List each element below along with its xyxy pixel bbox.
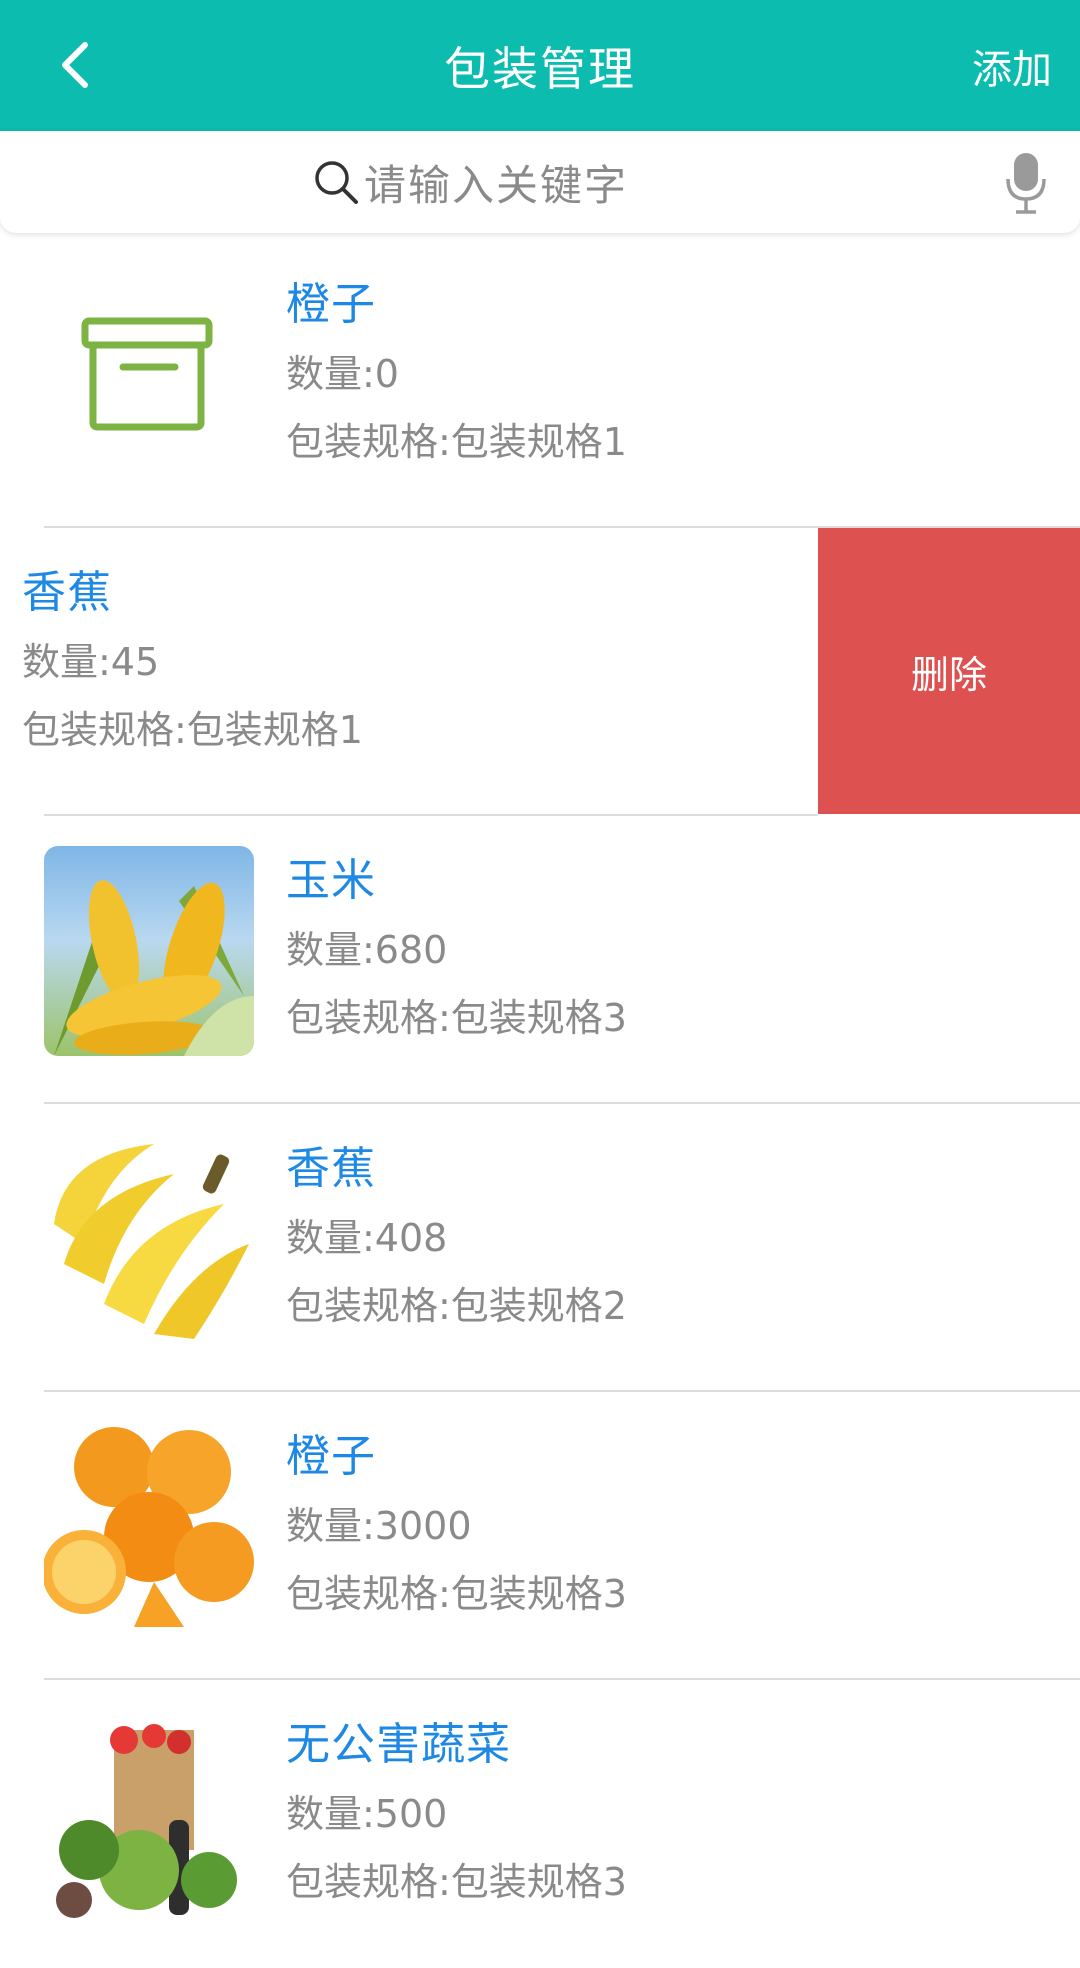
package-list: 橙子 数量:0 包装规格:包装规格1 香蕉 数量:45 包装规格:包装规格1 删… (0, 240, 1080, 1968)
item-name: 香蕉 (286, 1143, 376, 1194)
list-item[interactable]: 橙子 数量:0 包装规格:包装规格1 (0, 240, 1080, 528)
item-thumbnail (44, 270, 254, 480)
banana-photo (54, 1144, 249, 1339)
list-item[interactable]: 香蕉 数量:45 包装规格:包装规格1 删除 (0, 528, 1080, 816)
page-title: 包装管理 (444, 41, 636, 96)
item-spec: 包装规格:包装规格1 (286, 420, 627, 464)
item-quantity: 数量:3000 (286, 1504, 472, 1548)
list-item[interactable]: 玉米 数量:680 包装规格:包装规格3 (0, 816, 1080, 1104)
item-quantity: 数量:680 (286, 928, 448, 972)
item-spec: 包装规格:包装规格3 (286, 1572, 627, 1616)
list-item[interactable]: 无公害蔬菜 数量:500 包装规格:包装规格3 (0, 1680, 1080, 1968)
app-header: 包装管理 添加 (0, 0, 1080, 131)
item-name: 橙子 (286, 1431, 376, 1482)
item-quantity: 数量:408 (286, 1216, 448, 1260)
item-quantity: 数量:500 (286, 1792, 448, 1836)
item-spec: 包装规格:包装规格3 (286, 1860, 627, 1904)
item-name: 橙子 (286, 279, 376, 330)
microphone-icon[interactable] (1004, 151, 1048, 215)
box-icon (81, 317, 213, 431)
list-item[interactable]: 橙子 数量:3000 包装规格:包装规格3 (0, 1392, 1080, 1680)
corn-photo (54, 880, 254, 1056)
item-spec: 包装规格:包装规格2 (286, 1284, 627, 1328)
item-quantity: 数量:45 (22, 640, 160, 684)
delete-button[interactable]: 删除 (818, 528, 1080, 814)
search-placeholder: 请输入关键字 (364, 160, 629, 210)
item-name: 香蕉 (22, 567, 112, 618)
item-thumbnail (44, 1710, 254, 1920)
vegetables-photo (56, 1724, 237, 1918)
item-quantity: 数量:0 (286, 352, 399, 396)
search-input[interactable]: 请输入关键字 (312, 151, 628, 213)
item-name: 玉米 (286, 855, 376, 906)
search-icon (315, 161, 358, 204)
item-thumbnail (44, 1134, 254, 1344)
item-spec: 包装规格:包装规格3 (286, 996, 627, 1040)
add-button[interactable]: 添加 (972, 0, 1052, 131)
item-name: 无公害蔬菜 (286, 1719, 511, 1770)
list-item[interactable]: 香蕉 数量:408 包装规格:包装规格2 (0, 1104, 1080, 1392)
item-thumbnail (44, 846, 254, 1056)
orange-photo (44, 1427, 254, 1627)
item-spec: 包装规格:包装规格1 (22, 708, 363, 752)
search-bar[interactable]: 请输入关键字 (0, 131, 1080, 233)
item-thumbnail (44, 1422, 254, 1632)
